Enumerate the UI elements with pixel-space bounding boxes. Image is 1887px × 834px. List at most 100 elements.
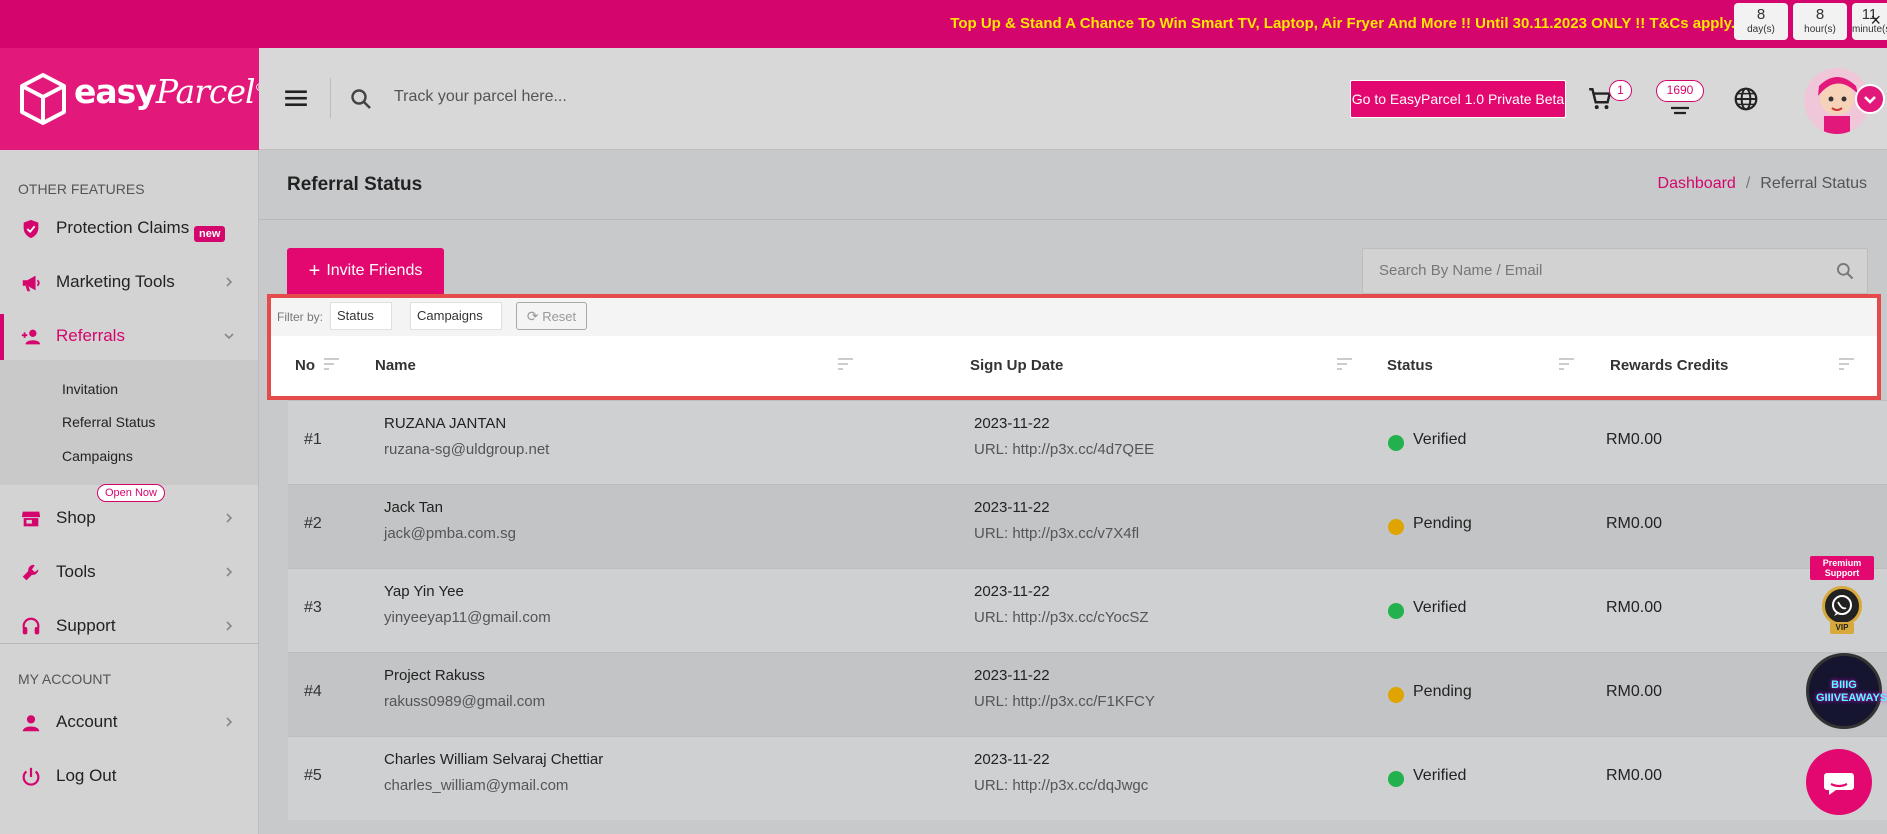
countdown-hours-label: hour(s) (1804, 24, 1836, 35)
sidebar-item-marketing-tools[interactable]: Marketing Tools (0, 260, 259, 306)
referral-email: jack@pmba.com.sg (384, 525, 516, 542)
header-divider (330, 78, 331, 118)
status-text: Verified (1413, 431, 1467, 448)
premium-support-label: Premium Support (1810, 556, 1874, 580)
sidebar-divider (0, 643, 258, 644)
invite-friends-label: Invite Friends (326, 261, 423, 279)
referral-name: Project Rakuss (384, 667, 485, 684)
sidebar-item-referrals[interactable]: Referrals (0, 314, 259, 360)
sidebar-subitem-referral-status[interactable]: Referral Status (62, 414, 155, 430)
person-icon (22, 715, 40, 732)
cube-logo-icon (20, 73, 66, 125)
giveaway-label: BIIIG GIIIVEAWAYS (1816, 679, 1887, 704)
referral-url[interactable]: URL: http://p3x.cc/4d7QEE (974, 441, 1154, 458)
referral-name: Yap Yin Yee (384, 583, 464, 600)
open-now-badge: Open Now (97, 484, 165, 502)
status-text: Verified (1413, 599, 1467, 616)
whatsapp-icon (1822, 586, 1862, 626)
sidebar-item-label: Protection Claims (56, 218, 190, 237)
promo-text[interactable]: Top Up & Stand A Chance To Win Smart TV,… (950, 15, 1735, 32)
referral-url[interactable]: URL: http://p3x.cc/F1KFCY (974, 693, 1155, 710)
sidebar-item-logout[interactable]: Log Out (0, 754, 259, 800)
breadcrumb: Dashboard / Referral Status (1658, 175, 1867, 193)
users-icon (21, 329, 41, 345)
table-row[interactable]: #3 Yap Yin Yee yinyeeyap11@gmail.com 2023-1… (288, 568, 1887, 652)
countdown-days: 8 day(s) (1734, 3, 1788, 40)
row-number: #4 (304, 683, 322, 700)
sidebar-item-label: Tools (56, 562, 96, 581)
track-parcel-input[interactable] (394, 88, 814, 106)
referral-email: rakuss0989@gmail.com (384, 693, 546, 710)
breadcrumb-dashboard-link[interactable]: Dashboard (1658, 175, 1736, 192)
sidebar-subitem-invitation[interactable]: Invitation (62, 381, 118, 397)
referral-search-input[interactable] (1379, 262, 1809, 279)
search-icon (351, 89, 371, 109)
status-dot-icon (1388, 519, 1404, 535)
invite-friends-button[interactable]: + Invite Friends (287, 248, 444, 294)
status-dot-icon (1388, 435, 1404, 451)
rewards-credits: RM0.00 (1606, 767, 1663, 784)
countdown-hours: 8 hour(s) (1793, 3, 1847, 40)
sidebar-item-account[interactable]: Account (0, 700, 259, 746)
sidebar-subitem-campaigns[interactable]: Campaigns (62, 448, 133, 464)
sidebar: OTHER FEATURES Protection Claims new Mar… (0, 150, 259, 834)
table-row[interactable]: #1 RUZANA JANTAN ruzana-sg@uldgroup.net 202… (288, 400, 1887, 484)
cart-count-badge[interactable]: 1 (1609, 80, 1632, 101)
giveaway-widget[interactable]: BIIIG GIIIVEAWAYS (1806, 653, 1887, 729)
row-number: #5 (304, 767, 322, 784)
promo-close-icon[interactable]: × (1870, 10, 1881, 31)
chat-button[interactable] (1806, 749, 1872, 815)
shield-icon (23, 219, 39, 239)
section-other-features: OTHER FEATURES (18, 181, 145, 197)
countdown-days-value: 8 (1756, 6, 1766, 23)
table-row[interactable]: #5 Charles William Selvaraj Chettiar charl… (288, 736, 1887, 820)
sign-up-date: 2023-11-22 (974, 415, 1050, 432)
wrench-icon (22, 564, 39, 581)
brand-logo[interactable]: easyParcel® (0, 48, 266, 150)
sidebar-item-tools[interactable]: Tools (0, 550, 259, 596)
highlight-box (267, 294, 1881, 400)
row-number: #1 (304, 431, 322, 448)
countdown-days-label: day(s) (1747, 24, 1775, 35)
sign-up-date: 2023-11-22 (974, 583, 1050, 600)
sign-up-date: 2023-11-22 (974, 499, 1050, 516)
sign-up-date: 2023-11-22 (974, 751, 1050, 768)
sidebar-item-label: Account (56, 712, 118, 731)
menu-icon[interactable] (283, 85, 309, 111)
premium-support-widget[interactable]: Premium Support VIP (1810, 556, 1874, 634)
credits-badge[interactable]: 1690 (1656, 80, 1704, 102)
sidebar-item-shop[interactable]: Shop (0, 496, 259, 542)
status-dot-icon (1388, 771, 1404, 787)
search-icon[interactable] (1835, 261, 1855, 281)
sidebar-item-label: Marketing Tools (56, 272, 175, 291)
referral-url[interactable]: URL: http://p3x.cc/cYocSZ (974, 609, 1149, 626)
store-icon (21, 511, 41, 527)
referral-url[interactable]: URL: http://p3x.cc/dqJwgc (974, 777, 1148, 794)
logo-word-easy: easy (74, 72, 157, 111)
chevron-right-icon (226, 567, 233, 577)
profile-dropdown-button[interactable] (1855, 84, 1885, 114)
globe-icon[interactable] (1733, 86, 1759, 112)
referral-email: yinyeeyap11@gmail.com (384, 609, 551, 626)
chevron-right-icon (226, 717, 233, 727)
megaphone-icon (22, 275, 40, 292)
go-to-beta-button[interactable]: Go to EasyParcel 1.0 Private Beta (1350, 80, 1566, 118)
table-row[interactable]: #2 Jack Tan jack@pmba.com.sg 2023-11-22 URL:… (288, 484, 1887, 568)
referral-name: RUZANA JANTAN (384, 415, 507, 432)
power-icon (22, 767, 40, 786)
referral-search-box (1362, 248, 1868, 294)
rewards-credits: RM0.00 (1606, 599, 1663, 616)
sign-up-date: 2023-11-22 (974, 667, 1050, 684)
sidebar-item-label: Referrals (56, 326, 125, 345)
status-dot-icon (1388, 603, 1404, 619)
breadcrumb-current: Referral Status (1760, 175, 1867, 192)
sidebar-item-label: Log Out (56, 766, 117, 785)
sidebar-item-label: Support (56, 616, 116, 635)
table-row[interactable]: #4 Project Rakuss rakuss0989@gmail.com 2023… (288, 652, 1887, 736)
plus-icon: + (308, 259, 321, 282)
logo-word-parcel: Parcel (155, 72, 256, 111)
status-text: Pending (1413, 515, 1472, 532)
chevron-down-icon (1864, 96, 1876, 104)
referral-url[interactable]: URL: http://p3x.cc/v7X4fl (974, 525, 1139, 542)
vip-label: VIP (1830, 622, 1854, 634)
